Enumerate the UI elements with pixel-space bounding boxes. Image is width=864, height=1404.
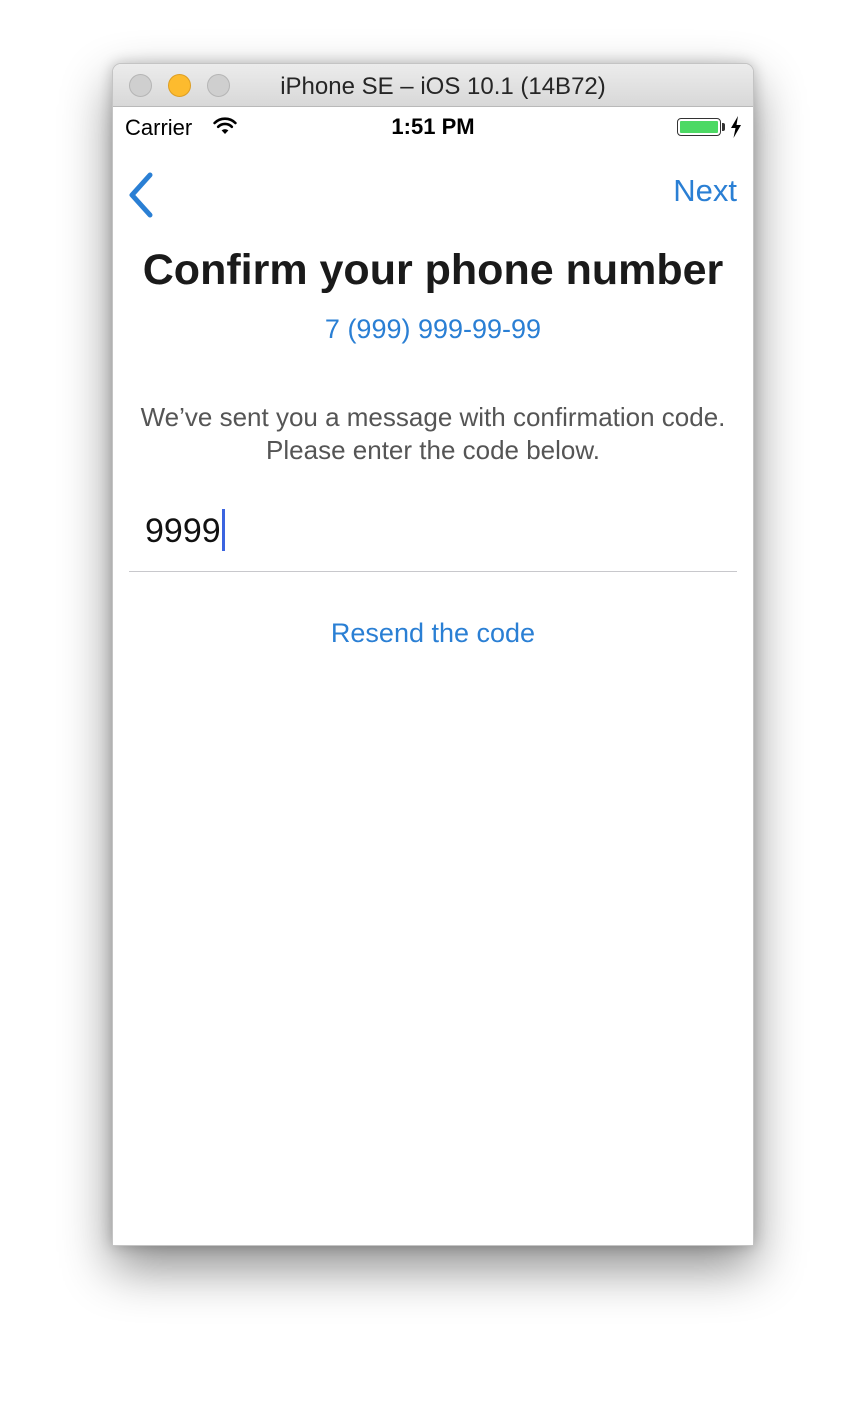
window-title: iPhone SE – iOS 10.1 (14B72) bbox=[280, 73, 606, 100]
next-button[interactable]: Next bbox=[673, 173, 737, 209]
phone-number: 7 (999) 999-99-99 bbox=[324, 314, 542, 344]
instructions-text: We’ve sent you a message with confirmati… bbox=[133, 401, 733, 467]
confirmation-code-field[interactable]: 9999 bbox=[129, 497, 737, 572]
battery-tip bbox=[722, 123, 725, 131]
resend-code-button[interactable]: Resend the code bbox=[113, 618, 753, 649]
ios-status-bar: Carrier 1:51 PM bbox=[113, 107, 753, 149]
window-titlebar[interactable]: iPhone SE – iOS 10.1 (14B72) bbox=[113, 64, 753, 107]
code-input-value[interactable]: 9999 bbox=[145, 512, 221, 550]
battery-level-fill bbox=[680, 121, 718, 133]
back-button[interactable] bbox=[121, 171, 161, 219]
status-time: 1:51 PM bbox=[391, 114, 475, 139]
text-cursor bbox=[221, 509, 225, 551]
code-input-wrapper[interactable]: 9999 bbox=[145, 509, 225, 553]
instructions-line-1: We’ve sent you a message with confirmati… bbox=[140, 402, 726, 432]
simulator-window: iPhone SE – iOS 10.1 (14B72) Carrier 1:5… bbox=[112, 63, 754, 1246]
page-title: Confirm your phone number bbox=[142, 246, 724, 294]
chevron-left-icon bbox=[129, 172, 153, 218]
charging-bolt-icon bbox=[731, 116, 741, 138]
navigation-bar: Next bbox=[113, 149, 753, 239]
battery-icon bbox=[677, 118, 721, 136]
instructions-line-2: Please enter the code below. bbox=[266, 435, 600, 465]
